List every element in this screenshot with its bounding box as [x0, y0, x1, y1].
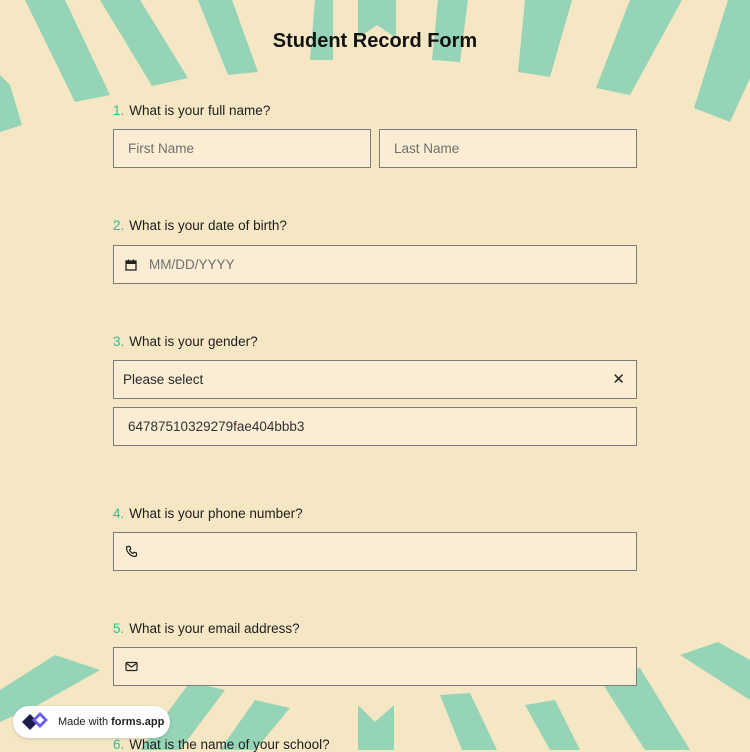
question-text: What is your full name? [129, 103, 271, 118]
gender-select-value: Please select [123, 372, 204, 387]
question-2-label: 2. What is your date of birth? [113, 218, 287, 233]
question-4-label: 4. What is your phone number? [113, 506, 303, 521]
question-1-label: 1. What is your full name? [113, 103, 270, 118]
close-icon[interactable]: ✕ [612, 370, 625, 388]
question-number: 5. [113, 621, 125, 636]
calendar-icon [125, 258, 138, 271]
question-text: What is your gender? [129, 334, 258, 349]
first-name-input[interactable]: First Name [113, 129, 371, 168]
question-text: What is your phone number? [129, 506, 303, 521]
last-name-placeholder: Last Name [394, 141, 460, 156]
gender-id-value: 64787510329279fae404bbb3 [128, 419, 305, 434]
mail-icon [125, 660, 138, 673]
question-number: 4. [113, 506, 125, 521]
badge-prefix: Made with [58, 716, 109, 728]
question-number: 2. [113, 218, 125, 233]
date-placeholder: MM/DD/YYYY [149, 257, 235, 272]
question-text: What is your email address? [129, 621, 300, 636]
gender-select[interactable]: Please select ✕ [113, 360, 637, 399]
phone-number-input[interactable] [113, 532, 637, 571]
question-text: What is your date of birth? [129, 218, 287, 233]
phone-icon [125, 545, 138, 558]
email-input[interactable] [113, 647, 637, 686]
question-5-label: 5. What is your email address? [113, 621, 300, 636]
first-name-placeholder: First Name [128, 141, 195, 156]
made-with-forms-app-badge[interactable]: Made with forms.app [13, 706, 170, 738]
forms-app-logo-icon [20, 710, 50, 734]
gender-id-field[interactable]: 64787510329279fae404bbb3 [113, 407, 637, 446]
question-number: 3. [113, 334, 125, 349]
form-title: Student Record Form [272, 30, 478, 52]
question-3-label: 3. What is your gender? [113, 334, 258, 349]
date-of-birth-input[interactable]: MM/DD/YYYY [113, 245, 637, 284]
last-name-input[interactable]: Last Name [379, 129, 637, 168]
form-page: Student Record Form 1. What is your full … [0, 0, 750, 752]
question-number: 1. [113, 103, 125, 118]
badge-brand: forms.app [111, 716, 165, 728]
